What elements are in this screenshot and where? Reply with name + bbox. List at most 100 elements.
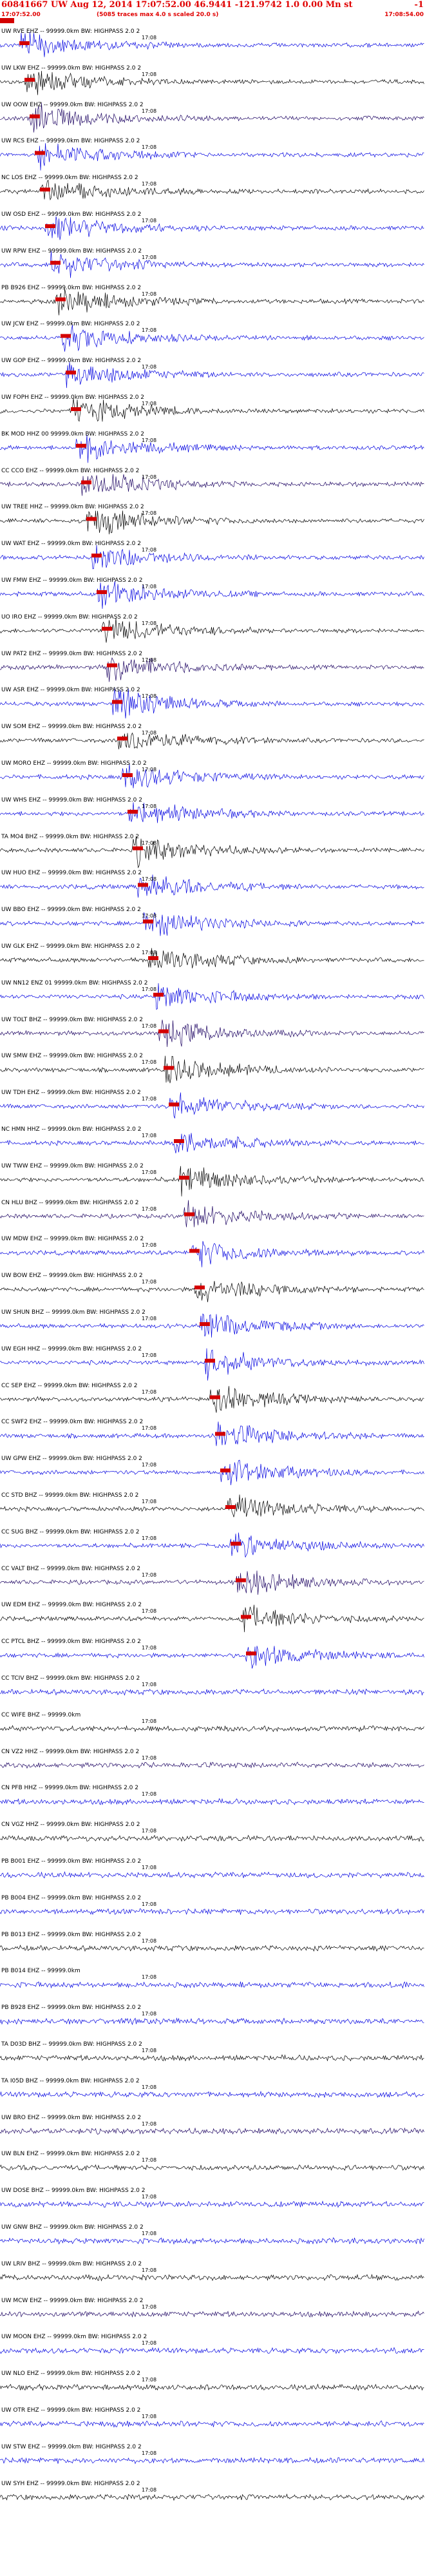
- trace-waveform: [0, 2127, 424, 2135]
- channel-label: CN HLU BHZ -- 99999.0km BW: HIGHPASS 2.0…: [1, 1199, 139, 1206]
- phase-pick-marker: [153, 992, 164, 997]
- minute-mark-label: 17:08: [142, 1791, 157, 1798]
- channel-label: CN PFB HHZ -- 99999.0km BW: HIGHPASS 2.0…: [1, 1785, 138, 1792]
- channel-label: UW FOPH EHZ -- 99999.0km BW: HIGHPASS 2.…: [1, 394, 145, 401]
- phase-pick-marker: [225, 1505, 236, 1509]
- trace-waveform: [0, 581, 424, 609]
- channel-label: UW JCW EHZ -- 99999.0km BW: HIGHPASS 2.0…: [1, 321, 140, 328]
- trace-waveform: [0, 251, 424, 278]
- phase-pick-marker: [35, 151, 45, 155]
- channel-label: UW GOP EHZ -- 99999.0km BW: HIGHPASS 2.0…: [1, 358, 142, 365]
- trace-waveform: [0, 1055, 424, 1084]
- phase-pick-marker: [71, 407, 81, 411]
- trace-waveform: [0, 802, 424, 823]
- channel-label: UW PAT2 EHZ -- 99999.0km BW: HIGHPASS 2.…: [1, 650, 143, 657]
- minute-mark-label: 17:08: [142, 108, 157, 114]
- minute-mark-label: 17:08: [142, 1499, 157, 1504]
- phase-pick-marker: [107, 663, 117, 668]
- channel-label: CC CCO EHZ -- 99999.0km BW: HIGHPASS 2.0…: [1, 467, 140, 474]
- minute-mark-label: 17:08: [142, 144, 157, 151]
- trace-waveform: [0, 732, 424, 749]
- minute-mark-label: 17:08: [142, 2340, 157, 2347]
- minute-mark-label: 17:08: [142, 2267, 157, 2273]
- minute-mark-label: 17:08: [142, 1169, 157, 1175]
- channel-label: UW SMW EHZ -- 99999.0km BW: HIGHPASS 2.0…: [1, 1053, 143, 1060]
- channel-label: TA D03D BHZ -- 99999.0km BW: HIGHPASS 2.…: [1, 2041, 142, 2048]
- trace-waveform: [0, 874, 424, 898]
- trace-waveform: [0, 1019, 424, 1047]
- trace-waveform: [0, 325, 424, 352]
- trace-waveform: [0, 1871, 424, 1879]
- channel-label: CC VALT BHZ -- 99999.0km BW: HIGHPASS 2.…: [1, 1565, 141, 1572]
- minute-mark-label: 17:08: [142, 1206, 157, 1212]
- phase-pick-marker: [19, 41, 30, 45]
- minute-mark-label: 17:08: [142, 2486, 157, 2493]
- trace-waveform: [0, 2310, 424, 2318]
- minute-mark-label: 17:08: [142, 2377, 157, 2383]
- channel-label: CC SWF2 EHZ -- 99999.0km BW: HIGHPASS 2.…: [1, 1419, 144, 1426]
- channel-label: TA MO4 BHZ -- 99999.0km BW: HIGHPASS 2.0…: [1, 833, 140, 840]
- channel-label: UW MCW EHZ -- 99999.0km BW: HIGHPASS 2.0…: [1, 2297, 144, 2304]
- minute-mark-label: 17:08: [142, 730, 157, 736]
- channel-label: UW DOSE BHZ -- 99999.0km BW: HIGHPASS 2.…: [1, 2187, 146, 2195]
- channel-label: CC PTCL BHZ -- 99999.0km BW: HIGHPASS 2.…: [1, 1639, 141, 1646]
- minute-mark-label: 17:08: [142, 218, 157, 224]
- channel-label: UW RPW EHZ -- 99999.0km BW: HIGHPASS 2.0…: [1, 247, 142, 255]
- minute-mark-label: 17:08: [142, 1754, 157, 1761]
- minute-mark-label: 17:08: [142, 1682, 157, 1687]
- phase-pick-marker: [169, 1102, 179, 1107]
- phase-pick-marker: [246, 1651, 256, 1656]
- minute-mark-label: 17:08: [142, 1242, 157, 1249]
- channel-label: BK MOD HHZ 00 99999.0km BW: HIGHPASS 2.0…: [1, 430, 144, 437]
- channel-label: UW OSD EHZ -- 99999.0km BW: HIGHPASS 2.0…: [1, 211, 142, 218]
- trace-waveform: [0, 143, 424, 171]
- minute-mark-label: 17:08: [142, 474, 157, 480]
- channel-label: PB B928 EHZ -- 99999.0km BW: HIGHPASS 2.…: [1, 2004, 142, 2012]
- phase-pick-marker: [81, 480, 91, 485]
- minute-mark-label: 17:08: [142, 1718, 157, 1724]
- trace-waveform: [0, 836, 424, 869]
- trace-waveform: [0, 2420, 424, 2428]
- trace-waveform: [0, 2274, 424, 2282]
- minute-mark-label: 17:08: [142, 2231, 157, 2236]
- minute-mark-label: 17:08: [142, 35, 157, 41]
- minute-mark-label: 17:08: [142, 1828, 157, 1834]
- phase-pick-marker: [40, 187, 50, 192]
- trace-waveform: [0, 1908, 424, 1916]
- channel-label: UW BBO EHZ -- 99999.0km BW: HIGHPASS 2.0…: [1, 907, 141, 914]
- channel-label: CN VGZ HHZ -- 99999.0km BW: HIGHPASS 2.0…: [1, 1821, 140, 1829]
- phase-pick-marker: [143, 919, 153, 924]
- phase-pick-marker: [117, 736, 128, 741]
- channel-label: UW OTR EHZ -- 99999.0km BW: HIGHPASS 2.0…: [1, 2407, 141, 2414]
- channel-label: UW STW EHZ -- 99999.0km BW: HIGHPASS 2.0…: [1, 2443, 142, 2450]
- phase-pick-marker: [102, 626, 112, 631]
- minute-mark-label: 17:08: [142, 1937, 157, 1944]
- trace-waveform: [0, 1688, 424, 1696]
- minute-mark-label: 17:08: [142, 2194, 157, 2200]
- trace-waveform: [0, 1459, 424, 1486]
- minute-mark-label: 17:08: [142, 584, 157, 590]
- phase-pick-marker: [86, 517, 97, 521]
- channel-label: UW TWW EHZ -- 99999.0km BW: HIGHPASS 2.0…: [1, 1162, 144, 1169]
- trace-waveform: [0, 216, 424, 240]
- minute-mark-label: 17:08: [142, 1901, 157, 1907]
- phase-pick-marker: [200, 1322, 210, 1326]
- minute-mark-label: 17:08: [142, 437, 157, 443]
- phase-pick-marker: [112, 700, 122, 704]
- minute-mark-label: 17:08: [142, 547, 157, 553]
- trace-waveform: [0, 1834, 424, 1842]
- channel-label: PB B001 EHZ -- 99999.0km BW: HIGHPASS 2.…: [1, 1858, 142, 1865]
- channel-label: CC TCIV BHZ -- 99999.0km BW: HIGHPASS 2.…: [1, 1675, 140, 1682]
- minute-mark-label: 17:08: [142, 767, 157, 773]
- channel-label: UW MOON EHZ -- 99999.0km BW: HIGHPASS 2.…: [1, 2334, 147, 2341]
- channel-label: CC STD BHZ -- 99999.0km BW: HIGHPASS 2.0…: [1, 1492, 139, 1499]
- minute-mark-label: 17:08: [142, 840, 157, 846]
- trace-waveform: [0, 764, 424, 789]
- minute-mark-label: 17:08: [142, 950, 157, 956]
- trace-waveform: [0, 1348, 424, 1381]
- channel-label: UW SHUN BHZ -- 99999.0km BW: HIGHPASS 2.…: [1, 1309, 146, 1316]
- phase-pick-marker: [128, 809, 138, 814]
- channel-label: UW BOW EHZ -- 99999.0km BW: HIGHPASS 2.0…: [1, 1273, 143, 1280]
- phase-pick-marker: [45, 224, 55, 228]
- channel-label: CC WIFE BHZ -- 99999.0km: [1, 1711, 81, 1718]
